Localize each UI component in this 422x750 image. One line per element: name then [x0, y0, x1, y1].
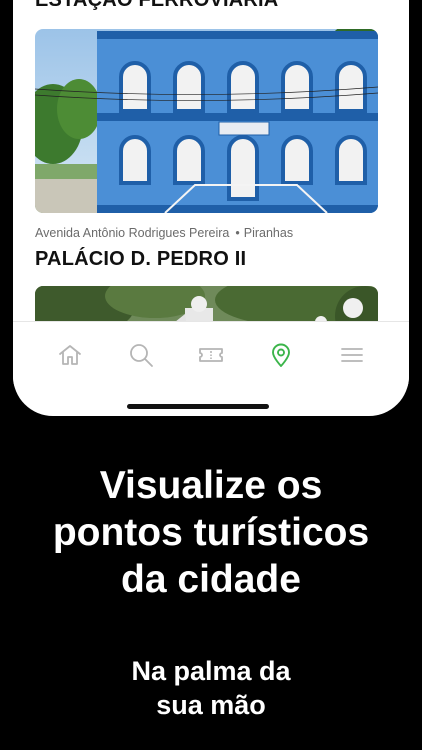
tab-menu[interactable]: [335, 338, 369, 372]
card-address: Avenida Antônio Rodrigues Pereira: [35, 226, 230, 240]
building-photo: [35, 29, 378, 213]
subline-line: sua mão: [156, 690, 266, 720]
home-indicator[interactable]: [127, 404, 269, 409]
tab-map[interactable]: [264, 338, 298, 372]
map-pin-icon: [272, 343, 291, 367]
tab-tickets[interactable]: [194, 338, 228, 372]
tab-search[interactable]: [124, 338, 158, 372]
promo-headline: Visualize os pontos turísticos da cidade: [0, 462, 422, 603]
subline-line: Na palma da: [131, 656, 291, 686]
card-image[interactable]: [35, 286, 378, 321]
card-image[interactable]: [35, 29, 378, 213]
phone-frame: ESTAÇÃO FERROVIÁRIA Avenida Antônio Rodr…: [13, 0, 409, 416]
search-icon: [129, 343, 153, 367]
headline-line: da cidade: [121, 558, 301, 601]
places-list[interactable]: ESTAÇÃO FERROVIÁRIA Avenida Antônio Rodr…: [13, 0, 409, 321]
headline-line: pontos turísticos: [52, 511, 370, 554]
card-city: Piranhas: [243, 226, 294, 240]
card-title: PALÁCIO D. PEDRO II: [35, 248, 247, 270]
menu-icon: [340, 347, 363, 362]
tab-home[interactable]: [53, 338, 87, 372]
statue-photo: [35, 286, 378, 321]
tab-bar: [13, 321, 409, 387]
meta-separator: •: [235, 226, 240, 240]
ticket-icon: [199, 347, 223, 362]
card-title: ESTAÇÃO FERROVIÁRIA: [35, 0, 279, 11]
card-meta: Avenida Antônio Rodrigues Pereira • Piranh…: [35, 226, 293, 240]
home-icon: [59, 344, 82, 365]
headline-line: Visualize os: [99, 464, 323, 507]
promo-subline: Na palma da sua mão: [0, 654, 422, 722]
